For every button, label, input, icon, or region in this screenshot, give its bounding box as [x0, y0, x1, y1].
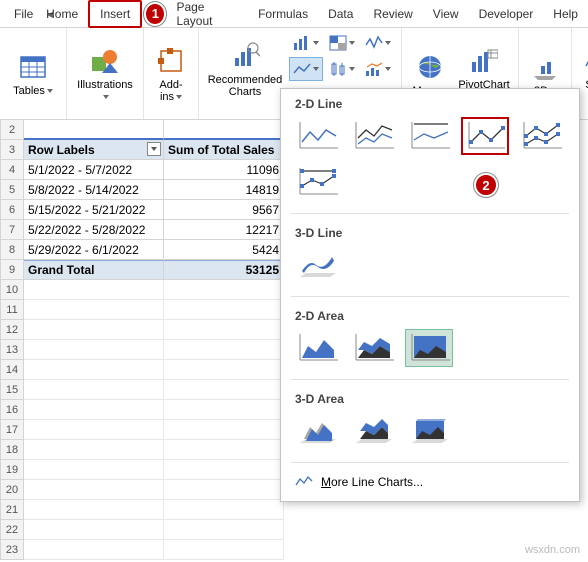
chart-stacked-line-markers[interactable]: [517, 117, 565, 155]
chart-3d-100-stacked-area[interactable]: [405, 412, 453, 450]
cell[interactable]: 5/15/2022 - 5/21/2022: [24, 200, 164, 220]
filter-dropdown[interactable]: [147, 142, 161, 156]
row-header[interactable]: 10: [0, 280, 24, 300]
chart-stacked-area[interactable]: [349, 329, 397, 367]
row-header[interactable]: 12: [0, 320, 24, 340]
row-header[interactable]: 22: [0, 520, 24, 540]
chart-100-stacked-line-markers[interactable]: [293, 163, 341, 201]
chart-area[interactable]: [293, 329, 341, 367]
column-header[interactable]: Sum of Total Sales: [164, 140, 284, 160]
row-header[interactable]: 5: [0, 180, 24, 200]
illustrations-button[interactable]: Illustrations: [73, 43, 137, 105]
cell[interactable]: 14819: [164, 180, 284, 200]
addins-icon: [155, 45, 187, 77]
cell[interactable]: 5/29/2022 - 6/1/2022: [24, 240, 164, 260]
cell[interactable]: 5/1/2022 - 5/7/2022: [24, 160, 164, 180]
recommended-icon: [229, 40, 261, 72]
chart-line[interactable]: [293, 117, 341, 155]
tab-view[interactable]: View: [423, 2, 469, 26]
chart-100-stacked-line[interactable]: [405, 117, 453, 155]
recommended-charts-button[interactable]: Recommended Charts: [205, 38, 285, 100]
globe-icon: [414, 51, 446, 83]
addins-button[interactable]: Add- ins: [150, 43, 192, 105]
tab-home[interactable]: Home: [56, 2, 88, 26]
row-header[interactable]: 16: [0, 400, 24, 420]
chart-3d-area[interactable]: [293, 412, 341, 450]
row-header[interactable]: 3: [0, 140, 24, 160]
chart-line-markers[interactable]: [461, 117, 509, 155]
section-3d-line: 3-D Line: [281, 218, 579, 246]
line-chart-button[interactable]: [289, 57, 323, 81]
row-header[interactable]: 19: [0, 460, 24, 480]
chart-3d-line[interactable]: [293, 246, 341, 284]
tab-review[interactable]: Review: [363, 2, 422, 26]
row-header[interactable]: 17: [0, 420, 24, 440]
row-header[interactable]: 13: [0, 340, 24, 360]
statistic-chart-button[interactable]: [325, 57, 359, 81]
hierarchy-chart-button[interactable]: [325, 31, 359, 55]
column-header[interactable]: Row Labels: [24, 140, 164, 160]
row-header[interactable]: 7: [0, 220, 24, 240]
more-line-charts[interactable]: More Line Charts...: [281, 467, 579, 497]
step-badge-1: 1: [144, 2, 166, 26]
bar-chart-button[interactable]: [289, 31, 323, 55]
cell[interactable]: 9567: [164, 200, 284, 220]
row-header[interactable]: 2: [0, 120, 24, 140]
spark-icon: [581, 45, 588, 77]
cell[interactable]: 53125: [164, 260, 284, 280]
tab-insert[interactable]: Insert: [88, 0, 142, 28]
row-header[interactable]: 21: [0, 500, 24, 520]
row-header[interactable]: 6: [0, 200, 24, 220]
step-badge-2: 2: [474, 173, 498, 197]
pivotchart-icon: [468, 45, 500, 77]
tab-formulas[interactable]: Formulas: [248, 2, 318, 26]
3dmap-icon: [529, 51, 561, 83]
ribbon-tabs: File ◂ Home Insert 1 Page Layout Formula…: [0, 0, 588, 28]
tables-button[interactable]: Tables: [6, 49, 60, 99]
cell[interactable]: 5/8/2022 - 5/14/2022: [24, 180, 164, 200]
tab-file[interactable]: File: [4, 2, 43, 26]
tab-data[interactable]: Data: [318, 2, 363, 26]
cell[interactable]: 5424: [164, 240, 284, 260]
more-line-icon: [295, 475, 313, 489]
cell[interactable]: 11096: [164, 160, 284, 180]
table-icon: [17, 51, 49, 83]
cell[interactable]: 5/22/2022 - 5/28/2022: [24, 220, 164, 240]
section-3d-area: 3-D Area: [281, 384, 579, 412]
tab-help[interactable]: Help: [543, 2, 588, 26]
line-chart-dropdown: 2-D Line 2 3-D Line 2-D Area 3-D Area Mo…: [280, 88, 580, 502]
shapes-icon: [89, 45, 121, 77]
section-2d-area: 2-D Area: [281, 301, 579, 329]
chart-3d-stacked-area[interactable]: [349, 412, 397, 450]
row-header[interactable]: 23: [0, 540, 24, 560]
cell[interactable]: Grand Total: [24, 260, 164, 280]
row-header[interactable]: 4: [0, 160, 24, 180]
section-2d-line: 2-D Line: [281, 89, 579, 117]
combo-chart-button[interactable]: [361, 57, 395, 81]
row-header[interactable]: 18: [0, 440, 24, 460]
stock-chart-button[interactable]: [361, 31, 395, 55]
row-header[interactable]: 9: [0, 260, 24, 280]
watermark: wsxdn.com: [525, 544, 580, 556]
row-header[interactable]: 14: [0, 360, 24, 380]
row-header[interactable]: 20: [0, 480, 24, 500]
cell[interactable]: 12217: [164, 220, 284, 240]
tab-developer[interactable]: Developer: [469, 2, 544, 26]
chart-100-stacked-area[interactable]: [405, 329, 453, 367]
row-header[interactable]: 8: [0, 240, 24, 260]
row-header[interactable]: 11: [0, 300, 24, 320]
row-header[interactable]: 15: [0, 380, 24, 400]
chart-stacked-line[interactable]: [349, 117, 397, 155]
